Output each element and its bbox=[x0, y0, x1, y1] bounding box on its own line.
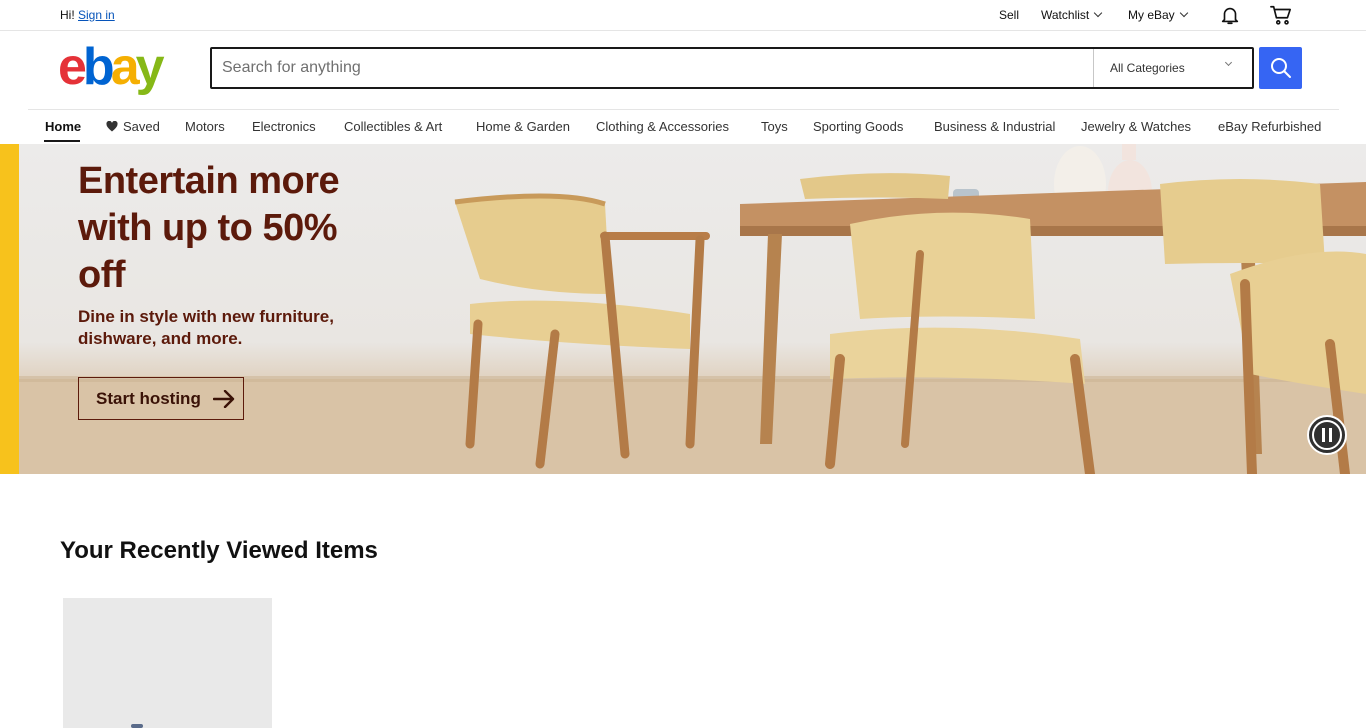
nav-ebay-refurbished[interactable]: eBay Refurbished bbox=[1218, 119, 1321, 134]
nav-home[interactable]: Home bbox=[45, 119, 81, 134]
sign-in-link[interactable]: Sign in bbox=[78, 8, 115, 22]
hero-title: Entertain more with up to 50% off bbox=[78, 160, 340, 296]
sell-label: Sell bbox=[999, 8, 1020, 22]
hero-accent-stripe bbox=[0, 144, 19, 474]
nav-home-garden[interactable]: Home & Garden bbox=[476, 119, 570, 134]
my-ebay-menu[interactable]: My eBay bbox=[1128, 8, 1188, 22]
chevron-down-icon bbox=[1093, 8, 1103, 18]
bell-icon[interactable] bbox=[1217, 3, 1243, 27]
nav-toys[interactable]: Toys bbox=[761, 119, 788, 134]
utility-bar: Hi! Sign in Sell Watchlist My eBay bbox=[0, 0, 1366, 31]
hero-subtitle: Dine in style with new furniture, dishwa… bbox=[78, 307, 334, 348]
logo-letter: b bbox=[82, 38, 115, 96]
start-hosting-label: Start hosting bbox=[96, 388, 201, 408]
search-input[interactable] bbox=[212, 49, 1092, 87]
category-select[interactable]: All Categories bbox=[1093, 49, 1253, 87]
logo-letter: e bbox=[58, 38, 87, 96]
item-thumbnail bbox=[131, 724, 143, 728]
recently-viewed-title: Your Recently Viewed Items bbox=[60, 537, 378, 564]
nav-saved[interactable]: Saved bbox=[106, 119, 160, 134]
nav-jewelry-watches[interactable]: Jewelry & Watches bbox=[1081, 119, 1191, 134]
greeting-text: Hi! bbox=[60, 8, 75, 22]
watchlist-menu[interactable]: Watchlist bbox=[1041, 8, 1103, 22]
pause-button[interactable] bbox=[1307, 415, 1347, 455]
nav-collectibles-art[interactable]: Collectibles & Art bbox=[344, 119, 442, 134]
hero-banner[interactable]: Entertain more with up to 50% off Dine i… bbox=[0, 144, 1366, 474]
nav-business-industrial[interactable]: Business & Industrial bbox=[934, 119, 1055, 134]
logo-letter: y bbox=[135, 38, 165, 96]
active-tab-indicator bbox=[44, 140, 80, 142]
ebay-logo[interactable]: ebay bbox=[58, 40, 178, 95]
arrow-right-icon bbox=[212, 389, 235, 408]
chevron-down-icon bbox=[1224, 58, 1233, 67]
search-bar: All Categories bbox=[210, 47, 1254, 89]
nav-motors[interactable]: Motors bbox=[185, 119, 225, 134]
pause-icon bbox=[1312, 420, 1342, 450]
nav-clothing-accessories[interactable]: Clothing & Accessories bbox=[596, 119, 729, 134]
sell-link[interactable]: Sell bbox=[999, 8, 1019, 22]
heart-icon bbox=[106, 121, 118, 132]
greeting: Hi! Sign in bbox=[60, 8, 115, 22]
logo-letter: a bbox=[110, 38, 140, 96]
search-button[interactable] bbox=[1259, 47, 1302, 89]
nav-electronics[interactable]: Electronics bbox=[252, 119, 316, 134]
watchlist-label: Watchlist bbox=[1041, 8, 1090, 22]
category-select-value: All Categories bbox=[1110, 61, 1185, 75]
nav-sporting-goods[interactable]: Sporting Goods bbox=[813, 119, 903, 134]
my-ebay-label: My eBay bbox=[1128, 8, 1175, 22]
search-icon bbox=[1270, 58, 1291, 78]
chevron-down-icon bbox=[1179, 8, 1188, 18]
start-hosting-button[interactable]: Start hosting bbox=[78, 377, 244, 420]
nav-saved-label: Saved bbox=[123, 119, 160, 134]
cart-icon[interactable] bbox=[1268, 3, 1294, 27]
recently-viewed-item[interactable] bbox=[63, 598, 272, 728]
